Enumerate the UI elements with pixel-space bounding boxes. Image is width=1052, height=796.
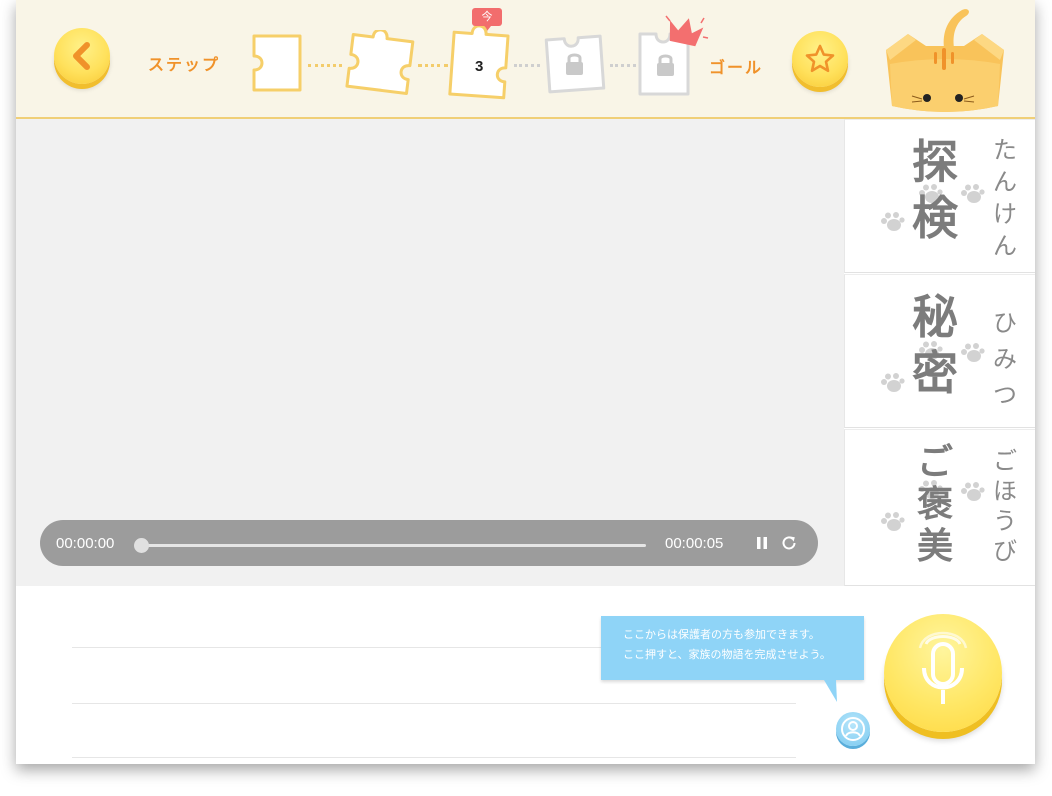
ruled-line <box>72 703 796 704</box>
word-reading: たんけん <box>993 136 1017 260</box>
app-window: ステップ 今 3 ゴール 00:00:00 00:00:05 探検 たんけん 秘… <box>16 0 1035 764</box>
header-bar: ステップ 今 3 ゴール <box>16 0 1035 119</box>
step-piece-1[interactable] <box>250 34 304 92</box>
tooltip-tail <box>824 680 837 702</box>
parent-tooltip: ここからは保護者の方も参加できます。 ここ押すと、家族の物語を完成させよう。 <box>601 616 864 680</box>
video-area[interactable]: 00:00:00 00:00:05 <box>16 119 844 586</box>
back-button[interactable] <box>54 28 110 84</box>
user-icon <box>841 717 865 741</box>
word-reading: ごほうび <box>993 447 1017 565</box>
step-connector <box>308 64 342 67</box>
word-card-2[interactable]: 秘密 ひみつ <box>844 274 1035 428</box>
player-controls: 00:00:00 00:00:05 <box>40 520 818 566</box>
current-time: 00:00:00 <box>56 535 115 552</box>
story-input-area: ここからは保護者の方も参加できます。 ここ押すと、家族の物語を完成させよう。 <box>16 586 1035 764</box>
step-piece-2[interactable] <box>344 30 416 96</box>
step-piece-4-locked <box>544 34 606 94</box>
microphone-icon <box>918 631 968 704</box>
word-kanji: 探検 <box>912 135 958 245</box>
step-connector <box>610 64 636 67</box>
step-connector <box>418 64 448 67</box>
now-badge: 今 <box>472 8 502 31</box>
duration: 00:00:05 <box>665 535 724 552</box>
parent-button[interactable] <box>836 712 870 746</box>
paw-icon <box>881 512 905 531</box>
ruled-line <box>72 757 796 758</box>
crown-icon <box>665 15 709 47</box>
word-reading: ひみつ <box>993 309 1017 409</box>
tooltip-line-2: ここ押すと、家族の物語を完成させよう。 <box>623 648 831 661</box>
paw-icon <box>881 212 905 231</box>
microphone-button[interactable] <box>884 614 1002 732</box>
star-icon <box>805 44 835 73</box>
word-list: 探検 たんけん 秘密 ひみつ ご褒美 ごほうび <box>844 119 1035 586</box>
word-card-1[interactable]: 探検 たんけん <box>844 119 1035 273</box>
paw-icon <box>881 373 905 392</box>
goal-label: ゴール <box>709 58 764 77</box>
seek-handle[interactable] <box>134 538 149 553</box>
chevron-left-icon <box>73 42 90 70</box>
step-connector <box>514 64 540 67</box>
step-label: ステップ <box>148 55 221 74</box>
reload-icon[interactable] <box>780 534 798 552</box>
word-card-3[interactable]: ご褒美 ごほうび <box>844 429 1035 586</box>
seek-bar[interactable] <box>140 544 646 547</box>
cat-mascot <box>886 9 1004 112</box>
tooltip-line-1: ここからは保護者の方も参加できます。 <box>623 628 820 641</box>
current-step-number: 3 <box>475 58 484 75</box>
star-button[interactable] <box>792 31 848 87</box>
word-kanji: 秘密 <box>912 290 958 400</box>
word-kanji: ご褒美 <box>916 442 953 567</box>
pause-icon[interactable] <box>755 536 769 550</box>
